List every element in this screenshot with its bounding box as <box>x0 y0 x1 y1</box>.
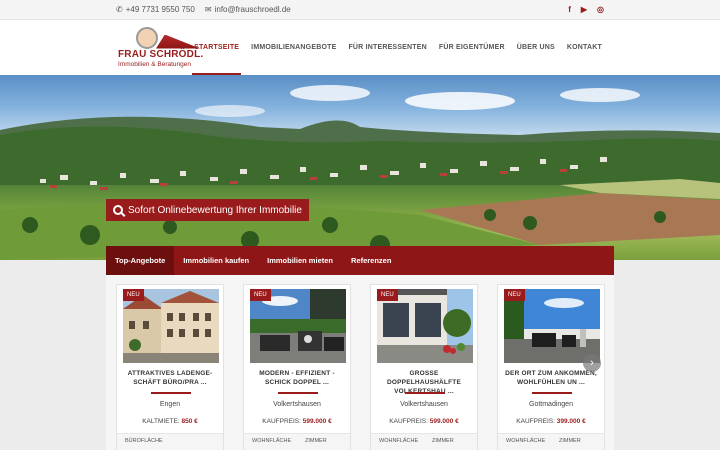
contact-info: ✆ +49 7731 9550 750 ✉ info@frauschroedl.de <box>116 5 291 14</box>
title-divider <box>405 392 445 394</box>
property-card[interactable]: NEU GROSSE DOPPELHAUSHÄLFTE VOLKERTSHAU … <box>370 284 478 450</box>
nav-item-fuer-interessenten[interactable]: FÜR INTERESSENTEN <box>346 20 428 75</box>
price-label: KAUFPREIS: <box>516 418 555 425</box>
property-stats: WOHNFLÄCHE ZIMMER <box>371 433 477 450</box>
price-value: 599.000 € <box>302 418 332 425</box>
social-links: f ▶ ◎ <box>568 5 604 14</box>
phone-number: +49 7731 9550 750 <box>125 5 195 14</box>
price-value: 850 € <box>181 418 198 425</box>
property-stats: BÜROFLÄCHE <box>117 433 223 450</box>
youtube-icon[interactable]: ▶ <box>581 5 587 14</box>
property-stats: WOHNFLÄCHE ZIMMER <box>498 433 604 450</box>
property-price: KALTMIETE: 850 € <box>117 418 223 425</box>
price-label: KAUFPREIS: <box>389 418 428 425</box>
stat-label: ZIMMER <box>432 438 454 444</box>
logo-portrait <box>136 26 158 49</box>
brand-logo[interactable]: FRAU SCHRÖDL. Immobilien & Beratungen <box>116 23 203 73</box>
site-header: FRAU SCHRÖDL. Immobilien & Beratungen ST… <box>0 20 720 75</box>
price-label: KALTMIETE: <box>142 418 180 425</box>
property-location: Gottmadingen <box>529 401 573 408</box>
stat-label <box>170 434 223 450</box>
chevron-right-icon: › <box>590 357 594 369</box>
main-navigation: STARTSEITE IMMOBILIENANGEBOTE FÜR INTERE… <box>192 20 604 75</box>
nav-item-kontakt[interactable]: KONTAKT <box>565 20 604 75</box>
property-price: KAUFPREIS: 399.000 € <box>498 418 604 425</box>
nav-item-fuer-eigentuemer[interactable]: FÜR EIGENTÜMER <box>437 20 507 75</box>
top-contact-bar: ✆ +49 7731 9550 750 ✉ info@frauschroedl.de… <box>0 0 720 20</box>
stat-label: WOHNFLÄCHE <box>379 438 419 444</box>
property-location: Engen <box>159 401 181 408</box>
stat-label: ZIMMER <box>559 438 581 444</box>
online-valuation-button[interactable]: Sofort Onlinebewertung Ihrer Immobilie <box>106 199 309 221</box>
tab-immobilien-kaufen[interactable]: Immobilien kaufen <box>174 246 258 275</box>
new-badge: NEU <box>123 289 144 301</box>
stat-label: ZIMMER <box>305 438 327 444</box>
landscape-illustration <box>0 85 720 260</box>
title-divider <box>278 392 318 394</box>
price-label: KAUFPREIS: <box>262 418 301 425</box>
hero-landscape-image <box>0 75 720 260</box>
property-stats: WOHNFLÄCHE ZIMMER <box>244 433 350 450</box>
phone-link[interactable]: ✆ +49 7731 9550 750 <box>116 5 195 14</box>
tab-immobilien-mieten[interactable]: Immobilien mieten <box>258 246 342 275</box>
stat-label: WOHNFLÄCHE <box>252 438 292 444</box>
property-listings: NEU ATTRAKTIVES LADENGE-SCHÄFT BÜRO/PRA … <box>106 275 614 450</box>
property-title[interactable]: MODERN - EFFIZIENT - SCHICK DOPPEL ... <box>250 369 344 387</box>
property-price: KAUFPREIS: 599.000 € <box>244 418 350 425</box>
price-value: 399.000 € <box>556 418 586 425</box>
carousel-next-arrow[interactable]: › <box>583 354 601 372</box>
title-divider <box>532 392 572 394</box>
title-divider <box>151 392 191 394</box>
phone-icon: ✆ <box>116 5 123 14</box>
stat-label: BÜROFLÄCHE <box>125 438 163 444</box>
tab-referenzen[interactable]: Referenzen <box>342 246 400 275</box>
property-price: KAUFPREIS: 599.000 € <box>371 418 477 425</box>
nav-item-startseite[interactable]: STARTSEITE <box>192 20 242 75</box>
search-icon <box>113 205 123 215</box>
online-valuation-label: Sofort Onlinebewertung Ihrer Immobilie <box>128 204 302 216</box>
email-link[interactable]: ✉ info@frauschroedl.de <box>205 5 291 14</box>
new-badge: NEU <box>377 289 398 301</box>
email-address: info@frauschroedl.de <box>214 5 291 14</box>
property-card[interactable]: NEU MODERN - EFFIZIENT - SCHICK DOPPEL .… <box>243 284 351 450</box>
new-badge: NEU <box>504 289 525 301</box>
nav-item-ueber-uns[interactable]: ÜBER UNS <box>515 20 557 75</box>
nav-item-immobilienangebote[interactable]: IMMOBILIENANGEBOTE <box>249 20 338 75</box>
offer-tabs: Top-Angebote Immobilien kaufen Immobilie… <box>106 246 614 275</box>
property-card[interactable]: NEU ATTRAKTIVES LADENGE-SCHÄFT BÜRO/PRA … <box>116 284 224 450</box>
envelope-icon: ✉ <box>204 5 212 14</box>
brand-name: FRAU SCHRÖDL. <box>118 48 204 60</box>
property-location: Volkertshausen <box>273 401 321 408</box>
price-value: 599.000 € <box>429 418 459 425</box>
brand-tagline: Immobilien & Beratungen <box>118 60 191 68</box>
new-badge: NEU <box>250 289 271 301</box>
property-title[interactable]: ATTRAKTIVES LADENGE-SCHÄFT BÜRO/PRA ... <box>123 369 217 387</box>
property-location: Volkertshausen <box>400 401 448 408</box>
stat-label: WOHNFLÄCHE <box>506 438 546 444</box>
facebook-icon[interactable]: f <box>568 5 571 14</box>
tab-top-angebote[interactable]: Top-Angebote <box>106 246 175 275</box>
instagram-icon[interactable]: ◎ <box>597 5 604 14</box>
property-title[interactable]: DER ORT ZUM ANKOMMEN, WOHLFÜHLEN UN ... <box>504 369 598 387</box>
